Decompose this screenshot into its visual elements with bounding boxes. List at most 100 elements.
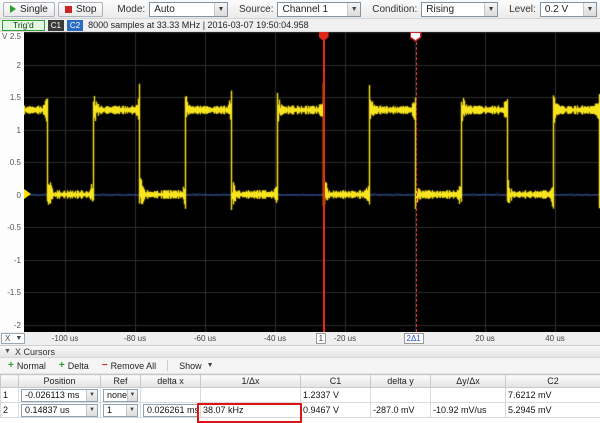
cursor2-position-combo[interactable]: 0.14837 us ▼ <box>21 404 98 417</box>
col-header-dy-dx: Δy/Δx <box>431 375 506 388</box>
source-combo-value: Channel 1 <box>282 4 328 15</box>
x-cursor-2-bottom-flag[interactable]: 2Δ1 <box>404 333 424 344</box>
waveform-plot[interactable] <box>24 32 600 332</box>
main-toolbar: Single Stop Mode: Auto ▼ Source: Channel… <box>0 0 600 19</box>
single-icon <box>10 5 16 13</box>
plus-icon: + <box>8 361 14 370</box>
col-header-index <box>1 375 19 388</box>
col-header-delta-y: delta y <box>371 375 431 388</box>
cursor2-delta-x-field[interactable]: 0.026261 ms <box>143 404 198 417</box>
cursor1-position-value: -0.026113 ms <box>25 390 79 400</box>
trigger-status-badge: Trig'd <box>2 20 45 31</box>
cursor-row-1: 1 -0.026113 ms ▼ none ▼ 1.2337 V 7.6212 … <box>1 388 600 403</box>
show-menu-button[interactable]: Show ▼ <box>173 359 219 373</box>
condition-combo[interactable]: Rising ▼ <box>421 2 498 17</box>
cursor1-position-combo[interactable]: -0.026113 ms ▼ <box>21 389 98 402</box>
y-tick-label: -2 <box>0 321 21 330</box>
mode-combo-value: Auto <box>154 4 175 15</box>
y-tick-label: 2 <box>0 61 21 70</box>
x-cursors-toolbar: + Normal + Delta − Remove All Show ▼ <box>0 358 600 374</box>
cursor2-dy-dx: -10.92 mV/us <box>431 403 506 418</box>
x-axis-combo[interactable]: X ▼ <box>1 333 25 344</box>
mode-combo[interactable]: Auto ▼ <box>149 2 228 17</box>
cursor2-ref-combo[interactable]: 1 ▼ <box>103 404 138 417</box>
channel2-badge[interactable]: C2 <box>67 20 83 31</box>
cursor1-c1-value: 1.2337 V <box>301 388 371 403</box>
condition-label: Condition: <box>372 4 417 15</box>
scope-window: Single Stop Mode: Auto ▼ Source: Channel… <box>0 0 600 423</box>
cursor2-delta-y: -287.0 mV <box>371 403 431 418</box>
cursor1-ref-combo[interactable]: none ▼ <box>103 389 138 402</box>
col-header-c1: C1 <box>301 375 371 388</box>
chevron-down-icon: ▼ <box>207 362 214 369</box>
x-cursors-header[interactable]: ▼ X Cursors <box>0 345 600 358</box>
cursor2-inv-delta-x: 38.07 kHz <box>201 403 301 418</box>
col-header-position: Position <box>19 375 101 388</box>
stop-button-label: Stop <box>76 4 97 15</box>
minus-icon: − <box>102 361 108 370</box>
chevron-down-icon: ▼ <box>127 390 137 401</box>
remove-all-label: Remove All <box>111 361 157 371</box>
cursor1-delta-y <box>371 388 431 403</box>
y-tick-label: -0.5 <box>0 223 21 232</box>
x-axis-strip: X ▼ -100 us -80 us -60 us -40 us -20 us … <box>0 332 600 345</box>
chevron-down-icon: ▼ <box>583 3 596 16</box>
y-axis-gutter: V 2.5 2 1.5 1 0.5 0 -0.5 -1 -1.5 -2 <box>0 32 24 332</box>
x-cursor-1-line[interactable] <box>323 32 325 332</box>
add-normal-cursor-button[interactable]: + Normal <box>2 359 52 373</box>
collapse-icon[interactable]: ▼ <box>4 348 11 355</box>
level-combo[interactable]: 0.2 V ▼ <box>540 2 597 17</box>
x-tick-label: -40 us <box>253 334 297 343</box>
y-tick-label: -1.5 <box>0 288 21 297</box>
x-tick-label: 20 us <box>463 334 507 343</box>
cursor1-index: 1 <box>1 388 19 403</box>
x-tick-label: -60 us <box>183 334 227 343</box>
cursor-row-2: 2 0.14837 us ▼ 1 ▼ 0.026261 ms 38.07 kHz… <box>1 403 600 418</box>
remove-all-button[interactable]: − Remove All <box>96 359 162 373</box>
x-tick-label: -20 us <box>323 334 367 343</box>
x-tick-label: -80 us <box>113 334 157 343</box>
show-label: Show <box>179 361 202 371</box>
chevron-down-icon: ▼ <box>86 405 97 416</box>
col-header-delta-x: delta x <box>141 375 201 388</box>
y-tick-label: -1 <box>0 256 21 265</box>
chevron-down-icon: ▼ <box>347 3 360 16</box>
col-header-ref: Ref <box>101 375 141 388</box>
y-tick-label: 0.5 <box>0 158 21 167</box>
y-tick-label: 1 <box>0 126 21 135</box>
chevron-down-icon: ▼ <box>15 335 22 342</box>
chevron-down-icon: ▼ <box>214 3 227 16</box>
single-button[interactable]: Single <box>3 2 55 17</box>
channel1-badge[interactable]: C1 <box>48 20 64 31</box>
scope-plot-area: V 2.5 2 1.5 1 0.5 0 -0.5 -1 -1.5 -2 X ▼ … <box>0 32 600 345</box>
x-cursor-2-line[interactable] <box>416 32 417 332</box>
x-cursors-table: Position Ref delta x 1/Δx C1 delta y Δy/… <box>0 374 600 418</box>
x-cursors-panel: ▼ X Cursors + Normal + Delta − Remove Al… <box>0 345 600 418</box>
cursor1-ref-value: none <box>107 390 127 400</box>
x-tick-label: 40 us <box>533 334 577 343</box>
x-cursors-title: X Cursors <box>15 347 55 357</box>
cursor2-c1-value: 0.9467 V <box>301 403 371 418</box>
chevron-down-icon: ▼ <box>126 405 137 416</box>
x-tick-label: -100 us <box>43 334 87 343</box>
y-tick-label: 2.5 <box>0 32 21 41</box>
channel1-offset-marker[interactable] <box>24 189 31 199</box>
chevron-down-icon: ▼ <box>484 3 497 16</box>
condition-combo-value: Rising <box>426 4 454 15</box>
add-delta-cursor-button[interactable]: + Delta <box>53 359 95 373</box>
cursor1-delta-x <box>141 388 201 403</box>
col-header-c2: C2 <box>506 375 600 388</box>
single-button-label: Single <box>20 4 48 15</box>
y-tick-label: 0 <box>0 191 21 200</box>
table-header-row: Position Ref delta x 1/Δx C1 delta y Δy/… <box>1 375 600 388</box>
cursor1-inv-delta-x <box>201 388 301 403</box>
source-combo[interactable]: Channel 1 ▼ <box>277 2 361 17</box>
source-label: Source: <box>239 4 273 15</box>
cursor2-ref-value: 1 <box>107 405 112 415</box>
col-header-inv-delta-x: 1/Δx <box>201 375 301 388</box>
stop-icon <box>65 6 72 13</box>
add-delta-label: Delta <box>68 361 89 371</box>
x-cursor-1-bottom-flag[interactable]: 1 <box>316 333 326 344</box>
acquisition-status-text: 8000 samples at 33.33 MHz | 2016-03-07 1… <box>88 20 309 30</box>
stop-button[interactable]: Stop <box>58 2 104 17</box>
